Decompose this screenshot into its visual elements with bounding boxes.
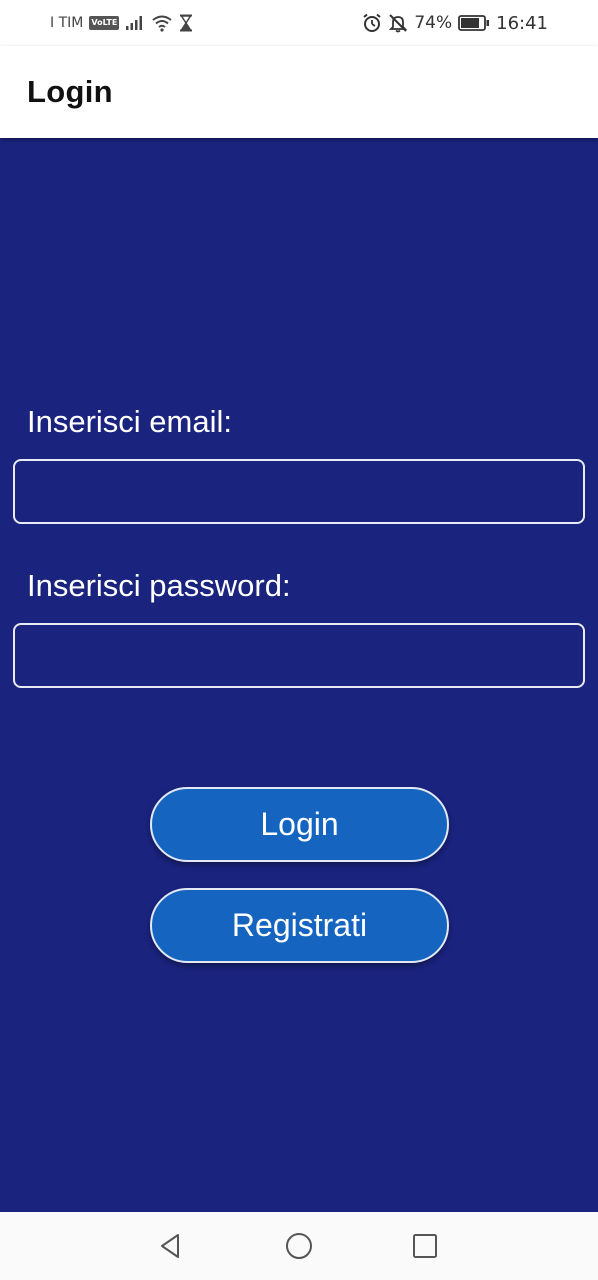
alarm-icon (362, 13, 382, 33)
status-bar: I TIM VoLTE 74% 16:41 (0, 0, 598, 46)
bell-off-icon (388, 13, 408, 33)
email-field[interactable] (13, 459, 585, 524)
status-right: 74% 16:41 (362, 12, 548, 34)
recents-icon[interactable] (407, 1228, 443, 1264)
home-icon[interactable] (281, 1228, 317, 1264)
wifi-icon (151, 14, 173, 32)
email-label: Inserisci email: (27, 404, 232, 439)
signal-icon (125, 15, 145, 31)
battery-percentage: 74% (414, 13, 453, 33)
register-button[interactable]: Registrati (150, 888, 449, 963)
password-field[interactable] (13, 623, 585, 688)
status-left: I TIM VoLTE (50, 12, 193, 34)
hourglass-icon (179, 14, 193, 32)
password-label: Inserisci password: (27, 568, 291, 603)
page-title: Login (27, 74, 113, 109)
volte-badge: VoLTE (89, 16, 120, 30)
carrier-name: I TIM (50, 15, 84, 31)
back-icon[interactable] (153, 1228, 189, 1264)
clock: 16:41 (496, 12, 548, 34)
login-button[interactable]: Login (150, 787, 449, 862)
navigation-bar (0, 1212, 598, 1280)
battery-icon (458, 15, 490, 31)
app-bar: Login (0, 46, 598, 138)
